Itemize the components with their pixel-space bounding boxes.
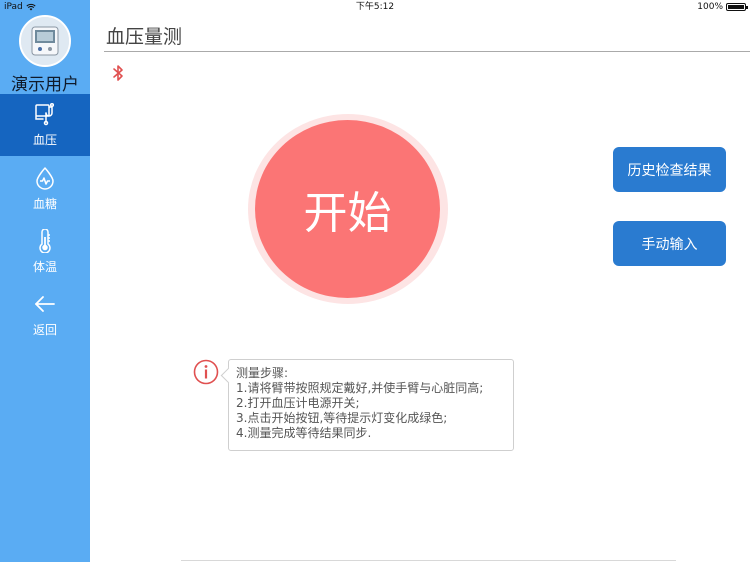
sidebar-item-back[interactable]: 返回	[0, 284, 90, 346]
info-icon	[193, 359, 219, 385]
blood-pressure-monitor-icon	[21, 17, 69, 65]
measurement-steps-note: 测量步骤: 1.请将臂带按照规定戴好,并使手臂与心脏同高; 2.打开血压计电源开…	[220, 359, 514, 451]
step-line: 1.请将臂带按照规定戴好,并使手臂与心脏同高;	[236, 381, 484, 395]
blood-drop-icon	[36, 167, 54, 190]
sidebar-item-temperature[interactable]: 体温	[0, 221, 90, 283]
battery-icon	[726, 3, 748, 11]
back-arrow-icon	[35, 296, 55, 312]
history-results-button[interactable]: 历史检查结果	[613, 147, 726, 192]
note-pointer	[220, 367, 237, 384]
status-time: 下午5:12	[355, 2, 395, 12]
sidebar-item-label: 血糖	[32, 197, 57, 211]
sidebar-item-label: 血压	[32, 133, 57, 147]
sidebar-item-blood-pressure[interactable]: 血压	[0, 94, 90, 156]
avatar[interactable]	[19, 15, 71, 67]
steps-heading: 测量步骤:	[236, 366, 289, 380]
username: 演示用户	[11, 75, 79, 95]
status-bar: iPad 下午5:12 100%	[0, 0, 750, 14]
bottom-divider	[181, 560, 676, 561]
step-line: 3.点击开始按钮,等待提示灯变化成绿色;	[236, 411, 448, 425]
stethoscope-icon	[35, 102, 55, 126]
step-line: 2.打开血压计电源开关;	[236, 396, 360, 410]
sidebar: 演示用户 血压 血糖 体温 返回	[0, 0, 90, 562]
bluetooth-icon[interactable]	[112, 64, 124, 82]
step-line: 4.测量完成等待结果同步.	[236, 426, 372, 440]
thermometer-icon	[39, 229, 51, 253]
status-right: 100%	[697, 0, 748, 14]
start-button[interactable]: 开始	[255, 120, 440, 298]
battery-percent: 100%	[697, 2, 723, 12]
sidebar-item-label: 返回	[32, 323, 57, 337]
page-title: 血压量测	[106, 26, 183, 48]
sidebar-item-blood-sugar[interactable]: 血糖	[0, 158, 90, 220]
manual-input-button[interactable]: 手动输入	[613, 221, 726, 266]
title-divider	[104, 51, 750, 52]
sidebar-item-label: 体温	[32, 260, 57, 274]
